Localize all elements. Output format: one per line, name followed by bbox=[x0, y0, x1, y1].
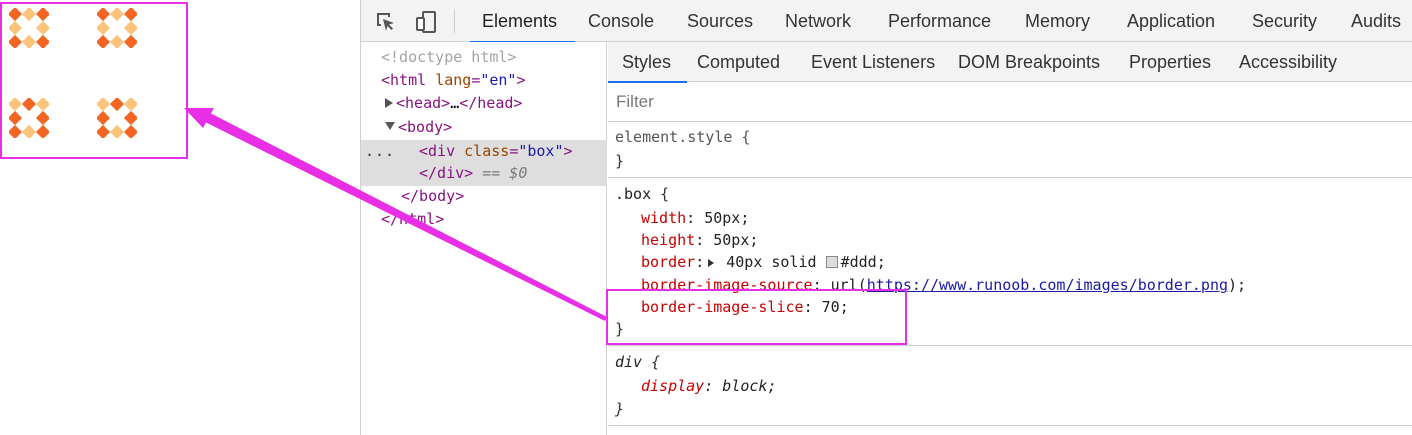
head-tag: head bbox=[405, 94, 442, 112]
prop-value: 40px solid bbox=[726, 253, 817, 271]
prop-value: block bbox=[722, 377, 768, 395]
prop-name: width bbox=[641, 209, 687, 227]
decl-width[interactable]: width: 50px; bbox=[641, 207, 749, 229]
div-open-brace: { bbox=[651, 353, 661, 371]
border-color-value: #ddd bbox=[840, 253, 877, 271]
div-tag: div bbox=[428, 142, 456, 160]
element-style-close: } bbox=[615, 152, 625, 170]
devtools-panel: Elements Console Sources Network Perform… bbox=[360, 0, 1412, 435]
prop-name: display bbox=[641, 377, 705, 395]
prop-value: 70 bbox=[821, 298, 840, 316]
html-tag: html bbox=[390, 71, 427, 89]
tab-application[interactable]: Application bbox=[1127, 0, 1215, 42]
dom-doctype[interactable]: <!doctype html> bbox=[381, 46, 516, 69]
device-toolbar-icon[interactable] bbox=[415, 10, 439, 34]
expand-triangle-icon[interactable] bbox=[385, 98, 393, 108]
box-close-brace: } bbox=[615, 320, 625, 338]
body-close-tag: /body bbox=[410, 187, 456, 205]
head-close-tag: head bbox=[477, 94, 514, 112]
dom-body-open[interactable]: <body> bbox=[385, 116, 452, 139]
border-image-corner-top-right bbox=[97, 8, 137, 48]
div-user-agent-rule: div { display: block; } bbox=[608, 346, 1412, 426]
prop-name: border bbox=[641, 253, 696, 271]
div-selector: div bbox=[615, 353, 643, 371]
box-open-brace: { bbox=[660, 185, 670, 203]
dom-tree: ... <!doctype html> <html lang="en"> <he… bbox=[361, 42, 607, 435]
expand-shorthand-icon[interactable] bbox=[708, 259, 715, 267]
element-style-rule: element.style { } bbox=[608, 122, 1412, 178]
toolbar-separator bbox=[454, 9, 455, 33]
subtab-styles[interactable]: Styles bbox=[607, 42, 688, 83]
box-rule-selector[interactable]: .box { bbox=[615, 183, 669, 205]
tab-audits[interactable]: Audits bbox=[1351, 0, 1401, 42]
selected-node-marker: == $0 bbox=[482, 164, 528, 182]
border-image-url-link[interactable]: https://www.runoob.com/images/border.png bbox=[867, 276, 1228, 294]
prop-name: border-image-source bbox=[641, 276, 813, 294]
dom-div-close[interactable]: </div> == $0 bbox=[419, 162, 527, 185]
dom-head[interactable]: <head>…</head> bbox=[385, 92, 522, 115]
prop-name: height bbox=[641, 231, 696, 249]
dom-row-actions[interactable]: ... bbox=[365, 140, 395, 163]
html-lang-value: "en" bbox=[480, 71, 517, 89]
box-rule: .box { width: 50px; height: 50px; border… bbox=[608, 178, 1412, 346]
tab-sources[interactable]: Sources bbox=[687, 0, 753, 42]
prop-value: 50px bbox=[704, 209, 741, 227]
url-function: url( bbox=[830, 276, 867, 294]
tab-console[interactable]: Console bbox=[588, 0, 654, 42]
color-swatch-icon[interactable] bbox=[825, 256, 838, 268]
border-image-corner-bottom-right bbox=[97, 98, 137, 138]
styles-filter-input[interactable] bbox=[616, 90, 1216, 114]
page-preview bbox=[0, 0, 360, 435]
styles-subtabbar: Styles Computed Event Listeners DOM Brea… bbox=[607, 42, 1412, 83]
prop-value: 50px bbox=[713, 231, 750, 249]
decl-border[interactable]: border: 40px solid #ddd; bbox=[641, 251, 886, 273]
devtools-tabbar: Elements Console Sources Network Perform… bbox=[361, 0, 1412, 43]
box-selector: .box bbox=[615, 185, 652, 203]
div-class-value: "box" bbox=[518, 142, 564, 160]
decl-border-image-slice[interactable]: border-image-slice: 70; bbox=[641, 296, 849, 318]
tab-security[interactable]: Security bbox=[1252, 0, 1317, 42]
div-close-tag: /div bbox=[428, 164, 465, 182]
prop-name: border-image-slice bbox=[641, 298, 804, 316]
dom-body-close[interactable]: </body> bbox=[401, 185, 464, 208]
tab-performance[interactable]: Performance bbox=[888, 0, 991, 42]
dom-html-open[interactable]: <html lang="en"> bbox=[381, 69, 526, 92]
div-rule-selector[interactable]: div { bbox=[615, 351, 660, 373]
dom-div-open[interactable]: <div class="box"> bbox=[419, 140, 573, 163]
decl-display[interactable]: display: block; bbox=[641, 375, 776, 397]
tab-memory[interactable]: Memory bbox=[1025, 0, 1090, 42]
div-close-brace: } bbox=[615, 400, 625, 418]
inspect-element-icon[interactable] bbox=[374, 10, 398, 34]
subtab-event-listeners[interactable]: Event Listeners bbox=[811, 42, 935, 82]
subtab-dom-breakpoints[interactable]: DOM Breakpoints bbox=[958, 42, 1100, 82]
div-class-attr: class bbox=[464, 142, 510, 160]
url-function-end: ); bbox=[1228, 276, 1247, 294]
decl-border-image-source[interactable]: border-image-source: url(https://www.run… bbox=[641, 274, 1246, 296]
styles-pane: Styles Computed Event Listeners DOM Brea… bbox=[607, 42, 1412, 435]
decl-height[interactable]: height: 50px; bbox=[641, 229, 758, 251]
dom-html-close[interactable]: </html> bbox=[381, 208, 444, 231]
head-ellipsis: … bbox=[450, 94, 460, 112]
subtab-accessibility[interactable]: Accessibility bbox=[1239, 42, 1337, 82]
border-image-corner-bottom-left bbox=[9, 98, 49, 138]
border-image-corner-top-left bbox=[9, 8, 49, 48]
subtab-properties[interactable]: Properties bbox=[1129, 42, 1211, 82]
filter-bar bbox=[608, 82, 1412, 122]
collapse-triangle-icon[interactable] bbox=[385, 122, 395, 130]
element-style-selector[interactable]: element.style { bbox=[615, 126, 750, 148]
tab-elements[interactable]: Elements bbox=[469, 0, 576, 43]
subtab-computed[interactable]: Computed bbox=[697, 42, 780, 82]
tab-network[interactable]: Network bbox=[785, 0, 851, 42]
html-lang-attr: lang bbox=[435, 71, 472, 89]
html-close-tag: /html bbox=[390, 210, 436, 228]
body-tag: body bbox=[407, 118, 444, 136]
